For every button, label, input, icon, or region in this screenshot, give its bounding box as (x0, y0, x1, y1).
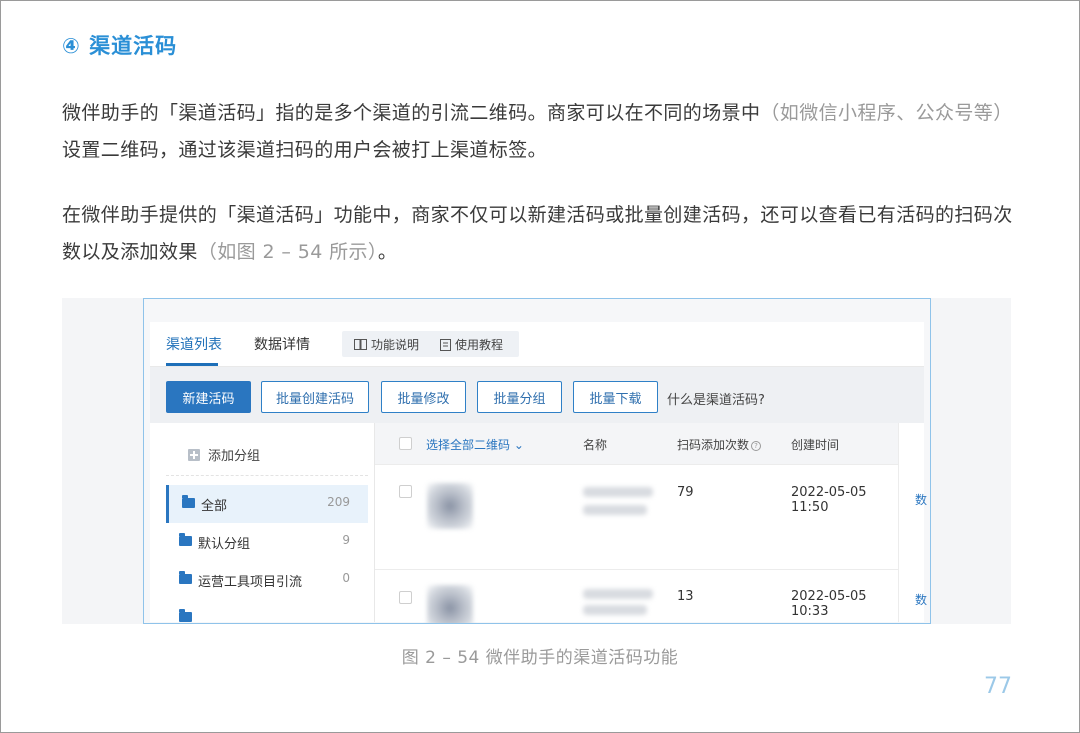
tab-channel-list[interactable]: 渠道列表 (166, 334, 222, 354)
tab-bar: 渠道列表 数据详情 功能说明 使用教程 (150, 322, 924, 367)
select-all-checkbox[interactable] (399, 437, 412, 450)
blurred-name (583, 487, 653, 497)
feature-guide-label: 功能说明 (371, 338, 420, 352)
batch-create-button[interactable]: 批量创建活码 (261, 381, 369, 413)
group-name: 全部 (201, 499, 228, 514)
chevron-down-icon: ⌄ (510, 438, 524, 452)
qr-code-table: 选择全部二维码 ⌄ 名称 扫码添加次数? 创建时间 79 2022-05-05 … (374, 423, 899, 623)
scan-count-label: 扫码添加次数 (677, 438, 750, 452)
group-count: 209 (327, 495, 350, 509)
table-header: 选择全部二维码 ⌄ 名称 扫码添加次数? 创建时间 (375, 423, 899, 465)
group-sidebar: 添加分组 全部 209 默认分组 9 运营工具项目引流 0 (166, 423, 368, 622)
created-time: 2022-05-05 11:50 (791, 485, 867, 515)
table-row: 79 2022-05-05 11:50 (375, 465, 899, 569)
batch-group-button[interactable]: 批量分组 (477, 381, 562, 413)
scan-count: 13 (677, 589, 694, 604)
created-header: 创建时间 (791, 438, 840, 452)
paragraph-2: 在微伴助手提供的「渠道活码」功能中，商家不仅可以新建活码或批量创建活码，还可以查… (62, 197, 1022, 271)
page-number: 77 (984, 674, 1012, 699)
figure-caption: 图 2 – 54 微伴助手的渠道活码功能 (401, 648, 679, 668)
tutorial-label: 使用教程 (455, 338, 504, 352)
embedded-screenshot: 渠道列表 数据详情 功能说明 使用教程 新建活码 批量创建活码 批量修改 批量分… (143, 298, 931, 624)
help-links: 功能说明 使用教程 (342, 331, 519, 357)
plus-icon (188, 448, 200, 461)
section-heading: ④ 渠道活码 (62, 34, 178, 58)
group-item-partial[interactable] (166, 599, 368, 623)
row-action-link[interactable]: 数 (915, 491, 927, 508)
batch-download-button[interactable]: 批量下载 (573, 381, 658, 413)
info-icon[interactable]: ? (751, 441, 762, 451)
book-icon (354, 339, 367, 350)
actions-column: 数 数 (898, 423, 927, 622)
folder-icon (182, 495, 195, 508)
select-all-label: 选择全部二维码 (426, 438, 511, 452)
paragraph-1-tail: 设置二维码，通过该渠道扫码的用户会被打上渠道标签。 (62, 139, 548, 161)
row-action-link[interactable]: 数 (915, 591, 927, 608)
batch-edit-button[interactable]: 批量修改 (381, 381, 466, 413)
add-group-label: 添加分组 (208, 449, 261, 464)
group-item-ops-tools[interactable]: 运营工具项目引流 0 (166, 561, 368, 599)
paragraph-1-main: 微伴助手的「渠道活码」指的是多个渠道的引流二维码。商家可以在不同的场景中 (62, 102, 761, 124)
toolbar: 新建活码 批量创建活码 批量修改 批量分组 批量下载 什么是渠道活码? (150, 367, 924, 423)
document-icon (440, 338, 451, 351)
scan-count: 79 (677, 485, 694, 500)
add-group-button[interactable]: 添加分组 (188, 445, 260, 464)
blurred-name (583, 605, 647, 615)
folder-icon (179, 571, 192, 584)
new-code-button[interactable]: 新建活码 (166, 381, 251, 413)
group-item-default[interactable]: 默认分组 9 (166, 523, 368, 561)
tab-data-details[interactable]: 数据详情 (254, 334, 310, 354)
group-item-all[interactable]: 全部 209 (166, 485, 368, 523)
select-all-header[interactable]: 选择全部二维码 ⌄ (426, 436, 524, 453)
group-count: 0 (342, 571, 350, 585)
paragraph-1: 微伴助手的「渠道活码」指的是多个渠道的引流二维码。商家可以在不同的场景中（如微信… (62, 95, 1022, 169)
blurred-name (583, 505, 647, 515)
paragraph-2-tail: 。 (377, 241, 398, 263)
blurred-name (583, 589, 653, 599)
tutorial-link[interactable]: 使用教程 (440, 336, 503, 353)
name-header: 名称 (583, 438, 608, 452)
qr-code-thumbnail (427, 585, 473, 623)
scan-count-header: 扫码添加次数? (677, 436, 762, 453)
paragraph-1-aside: （如微信小程序、公众号等） (760, 102, 1013, 124)
feature-guide-link[interactable]: 功能说明 (354, 336, 419, 353)
app-panel: 渠道列表 数据详情 功能说明 使用教程 新建活码 批量创建活码 批量修改 批量分… (150, 322, 927, 623)
sidebar-divider (166, 475, 368, 476)
group-name: 默认分组 (198, 537, 251, 552)
group-name: 运营工具项目引流 (198, 575, 303, 590)
folder-icon (179, 533, 192, 546)
group-count: 9 (342, 533, 350, 547)
paragraph-2-aside: （如图 2 – 54 所示） (197, 241, 378, 263)
table-row: 13 2022-05-05 10:33 (375, 569, 899, 623)
what-is-channel-code-link[interactable]: 什么是渠道活码? (667, 389, 765, 408)
folder-icon (179, 609, 192, 622)
row-checkbox[interactable] (399, 591, 412, 604)
row-checkbox[interactable] (399, 485, 412, 498)
qr-code-thumbnail (427, 483, 473, 529)
created-time: 2022-05-05 10:33 (791, 589, 867, 619)
active-tab-underline (166, 363, 218, 366)
